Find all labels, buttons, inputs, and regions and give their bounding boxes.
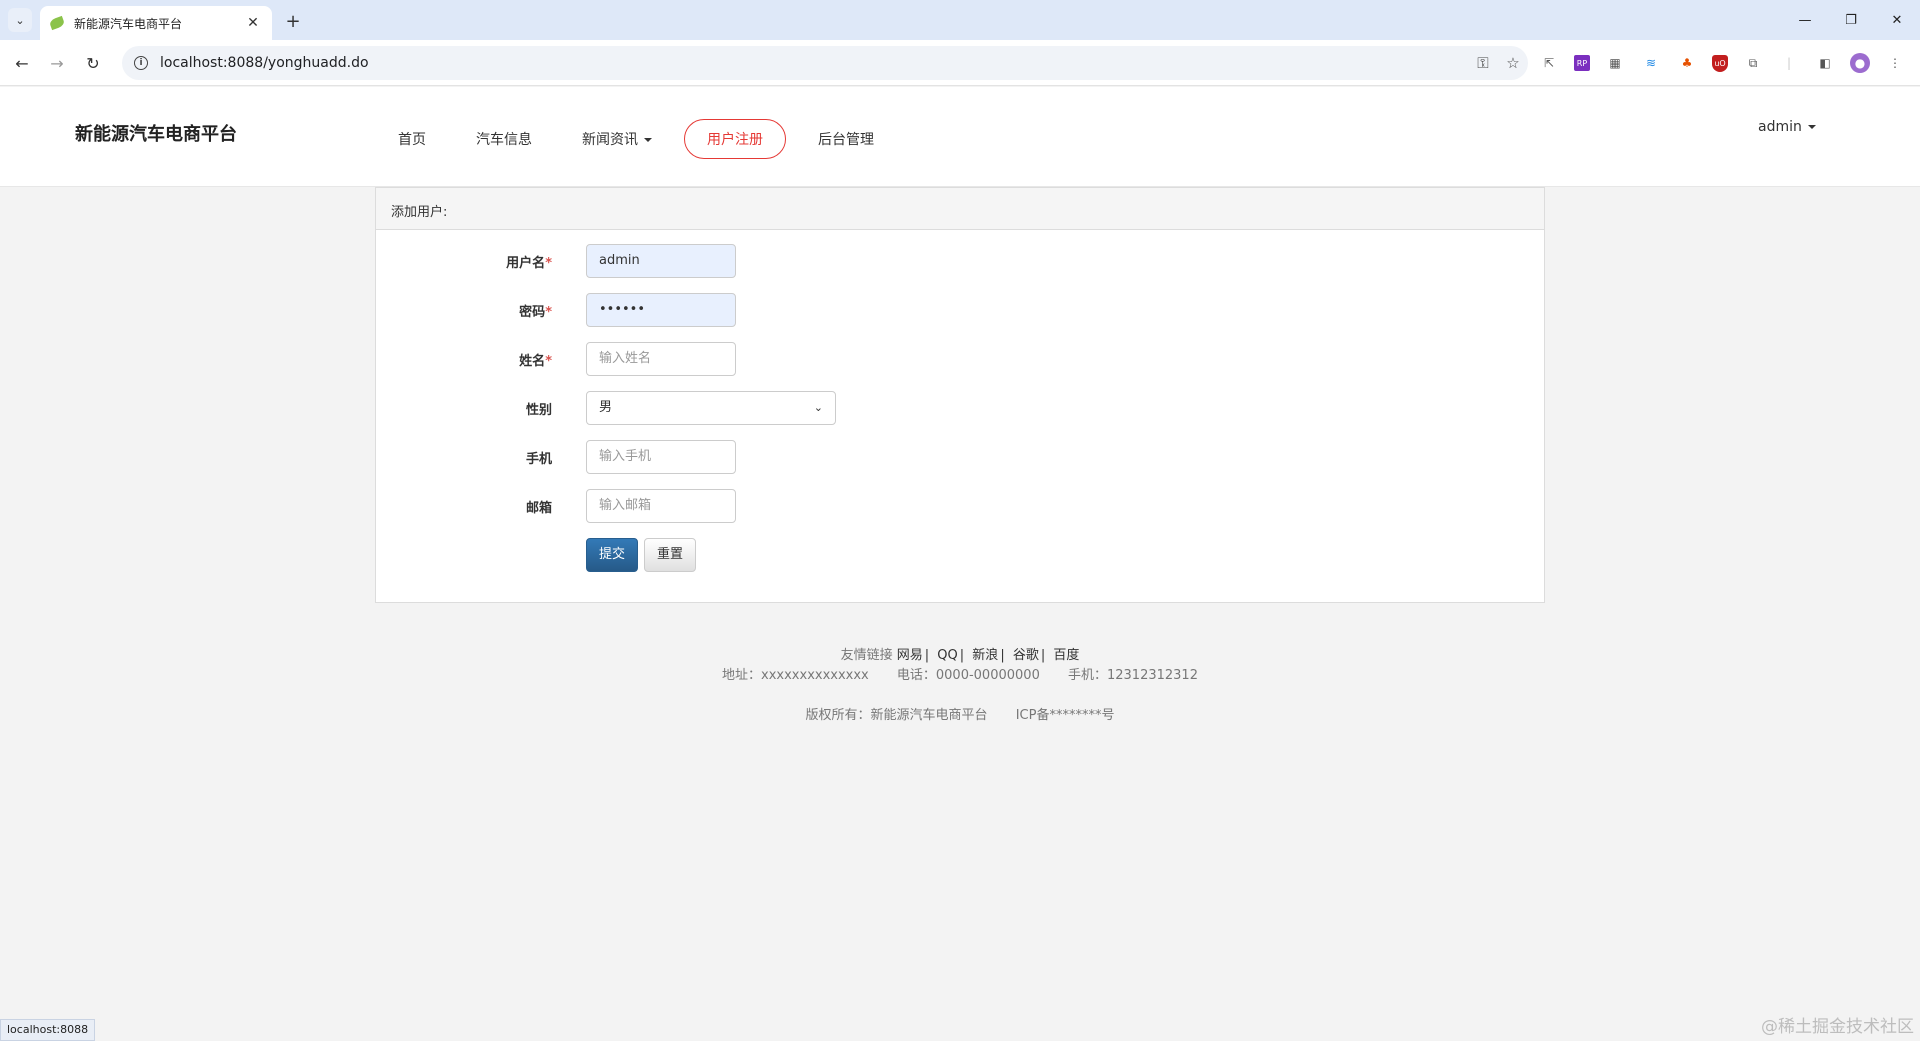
browser-menu-icon[interactable]: ⋮	[1884, 52, 1906, 74]
phone-label: 手机	[525, 452, 552, 467]
required-mark: *	[545, 305, 552, 320]
name-input[interactable]: 输入姓名	[586, 342, 736, 376]
site-header: 新能源汽车电商平台 首页 汽车信息 新闻资讯 用户注册 后台管理 admin	[0, 87, 1920, 187]
bookmark-star-icon[interactable]: ☆	[1498, 54, 1528, 72]
tab-title: 新能源汽车电商平台	[74, 16, 183, 31]
name-label: 姓名*	[519, 354, 552, 369]
password-input[interactable]: ••••••	[586, 293, 736, 327]
copyright-line: 版权所有：新能源汽车电商平台 ICP备********号	[0, 706, 1920, 726]
site-brand[interactable]: 新能源汽车电商平台	[75, 120, 237, 146]
nav-cars[interactable]: 汽车信息	[458, 120, 550, 158]
reload-icon[interactable]: ↻	[81, 51, 105, 75]
nav-news-label: 新闻资讯	[582, 132, 638, 148]
close-window-icon[interactable]: ✕	[1874, 0, 1920, 40]
user-menu-label: admin	[1758, 119, 1802, 135]
extension-grid-icon[interactable]: ▦	[1604, 52, 1626, 74]
extensions-puzzle-icon[interactable]: ⧉	[1742, 52, 1764, 74]
required-mark: *	[545, 256, 552, 271]
username-label: 用户名*	[506, 256, 552, 271]
link-separator: |	[959, 648, 965, 663]
extension-ublock-icon[interactable]: uO	[1712, 54, 1728, 72]
reset-button[interactable]: 重置	[644, 538, 697, 572]
window-controls: — ❐ ✕	[1782, 0, 1920, 40]
toolbar-divider: |	[1786, 56, 1792, 70]
nav-admin[interactable]: 后台管理	[800, 120, 892, 158]
username-row: 用户名* admin	[376, 244, 1546, 280]
profile-avatar-icon[interactable]: ●	[1850, 53, 1870, 73]
browser-toolbar: ← → ↻ i localhost:8088/yonghuadd.do ⚿ ☆ …	[0, 40, 1920, 86]
extension-icons: ⇱ RP ▦ ≋ ♣ uO ⧉ | ◧ ● ⋮	[1538, 52, 1906, 74]
watermark: @稀土掘金技术社区	[1761, 1017, 1914, 1037]
select-chevron-icon: ⌄	[813, 401, 823, 414]
extension-rp-icon[interactable]: RP	[1574, 55, 1590, 71]
footer-icp: ICP备********号	[1015, 708, 1115, 723]
password-row: 密码* ••••••	[376, 293, 1546, 329]
restore-icon[interactable]: ❐	[1828, 0, 1874, 40]
link-separator: |	[924, 648, 930, 663]
tab-list-chevron-icon[interactable]: ⌄	[8, 8, 32, 32]
link-sina[interactable]: 新浪	[972, 648, 998, 663]
footer-address: 地址：xxxxxxxxxxxxxx	[722, 668, 869, 683]
link-separator: |	[1040, 648, 1046, 663]
gender-selected-value: 男	[599, 400, 613, 415]
password-label: 密码*	[519, 305, 552, 320]
site-info-icon[interactable]: i	[134, 56, 148, 70]
browser-tab[interactable]: 新能源汽车电商平台 ✕	[40, 6, 272, 40]
side-panel-icon[interactable]: ◧	[1814, 52, 1836, 74]
nav-home[interactable]: 首页	[380, 120, 444, 158]
close-tab-icon[interactable]: ✕	[244, 15, 262, 31]
phone-input[interactable]: 输入手机	[586, 440, 736, 474]
status-url-bubble: localhost:8088	[0, 1019, 96, 1041]
browser-tabstrip: ⌄ 新能源汽车电商平台 ✕ + — ❐ ✕	[0, 0, 1920, 40]
submit-button[interactable]: 提交	[586, 538, 639, 572]
email-label: 邮箱	[525, 501, 552, 516]
nav-register[interactable]: 用户注册	[684, 119, 786, 159]
footer-copyright: 版权所有：新能源汽车电商平台	[805, 708, 988, 723]
new-tab-plus-icon[interactable]: +	[281, 9, 305, 33]
extension-layers-icon[interactable]: ≋	[1640, 52, 1662, 74]
back-arrow-icon[interactable]: ←	[10, 51, 34, 75]
user-menu-dropdown[interactable]: admin	[1758, 119, 1816, 135]
username-input[interactable]: admin	[586, 244, 736, 278]
main-nav: 首页 汽车信息 新闻资讯 用户注册 后台管理	[380, 119, 906, 159]
extension-tree-icon[interactable]: ♣	[1676, 52, 1698, 74]
link-qq[interactable]: QQ	[937, 648, 957, 663]
forward-arrow-icon[interactable]: →	[45, 51, 69, 75]
gender-label: 性别	[525, 403, 552, 418]
panel-heading: 添加用户:	[376, 188, 1544, 230]
required-mark: *	[545, 354, 552, 369]
actions-row: 提交 重置	[376, 538, 1546, 574]
address-bar[interactable]: i localhost:8088/yonghuadd.do ⚿ ☆	[122, 46, 1528, 80]
caret-down-icon	[1807, 125, 1816, 129]
minimize-icon[interactable]: —	[1782, 0, 1828, 40]
friend-links-label: 友情链接	[840, 648, 893, 663]
url-text[interactable]: localhost:8088/yonghuadd.do	[160, 55, 1468, 71]
phone-row: 手机 输入手机	[376, 440, 1546, 476]
gender-select[interactable]: 男 ⌄	[586, 391, 836, 425]
extension-cursor-icon[interactable]: ⇱	[1538, 52, 1560, 74]
link-google[interactable]: 谷歌	[1013, 648, 1039, 663]
contact-info: 地址：xxxxxxxxxxxxxx 电话：0000-00000000 手机：12…	[0, 666, 1920, 686]
name-row: 姓名* 输入姓名	[376, 342, 1546, 378]
footer-tel: 电话：0000-00000000	[896, 668, 1040, 683]
password-key-icon[interactable]: ⚿	[1468, 54, 1498, 72]
link-netease[interactable]: 网易	[897, 648, 923, 663]
email-row: 邮箱 输入邮箱	[376, 489, 1546, 525]
link-baidu[interactable]: 百度	[1053, 648, 1079, 663]
link-separator: |	[1000, 648, 1005, 663]
leaf-favicon-icon	[48, 15, 66, 31]
email-input[interactable]: 输入邮箱	[586, 489, 736, 523]
site-footer: 友情链接 网易 | QQ | 新浪 | 谷歌 | 百度 地址：xxxxxxxxxxxxx…	[0, 646, 1920, 726]
add-user-panel: 添加用户: 用户名* admin 密码* •••••• 姓名* 输入姓名 性别 …	[375, 187, 1545, 603]
footer-mobile: 手机：12312312312	[1067, 668, 1198, 683]
friend-links: 友情链接 网易 | QQ | 新浪 | 谷歌 | 百度	[0, 646, 1920, 666]
gender-row: 性别 男 ⌄	[376, 391, 1546, 427]
nav-news-dropdown[interactable]: 新闻资讯	[564, 120, 670, 158]
chevron-down-icon	[644, 138, 652, 142]
